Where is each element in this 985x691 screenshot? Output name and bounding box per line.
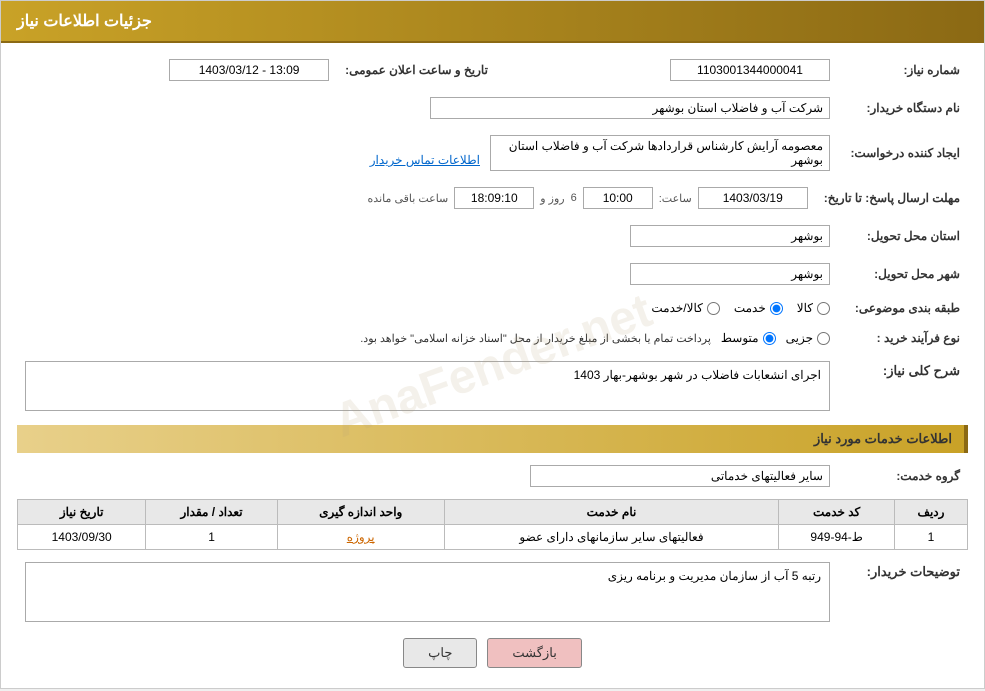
info-table-service-group: گروه خدمت: سایر فعالیتهای خدماتی [17, 461, 968, 491]
buyer-notes-value: رتبه 5 آب از سازمان مدیریت و برنامه ریزی [25, 562, 830, 622]
col-date: تاریخ نیاز [18, 500, 146, 525]
info-table-description: شرح کلی نیاز: اجرای انشعابات فاضلاب در ش… [17, 357, 968, 415]
cell-code-1: ط-94-949 [779, 525, 895, 550]
deadline-row: 1403/03/19 ساعت: 10:00 6 روز و 18:09:10 … [25, 187, 808, 209]
response-time-value: 10:00 [583, 187, 653, 209]
response-remaining-value: 18:09:10 [454, 187, 534, 209]
response-days-value: 6 [571, 192, 577, 204]
creator-contact-link[interactable]: اطلاعات تماس خریدار [370, 153, 480, 167]
radio-motevaset-input[interactable] [763, 332, 776, 345]
buyer-org-value: شرکت آب و فاضلاب استان بوشهر [430, 97, 830, 119]
cell-quantity-1: 1 [146, 525, 278, 550]
radio-jozi-input[interactable] [817, 332, 830, 345]
info-table-province: استان محل تحویل: بوشهر [17, 221, 968, 251]
info-table-category: طبقه بندی موضوعی: کالا خدمت [17, 297, 968, 319]
radio-kala: کالا [797, 301, 830, 315]
radio-khedmat: خدمت [734, 301, 783, 315]
info-table-top: شماره نیاز: 1103001344000041 تاریخ و ساع… [17, 55, 968, 85]
need-number-value: 1103001344000041 [670, 59, 830, 81]
buttons-row: بازگشت چاپ [17, 638, 968, 668]
radio-jozi-label: جزیی [786, 331, 813, 345]
city-label: شهر محل تحویل: [838, 259, 968, 289]
response-day-label: روز و [540, 192, 564, 205]
city-value: بوشهر [630, 263, 830, 285]
process-label: نوع فرآیند خرید : [838, 327, 968, 349]
content-area: AnaFender.net شماره نیاز: 11030013440000… [1, 43, 984, 688]
need-description-label: شرح کلی نیاز: [838, 357, 968, 415]
table-row: 1 ط-94-949 فعالیتهای سایر سازمانهای دارا… [18, 525, 968, 550]
col-quantity: تعداد / مقدار [146, 500, 278, 525]
radio-kala-khedmat-input[interactable] [707, 302, 720, 315]
radio-motevaset-label: متوسط [721, 331, 759, 345]
cell-unit-1[interactable]: پروژه [277, 525, 444, 550]
response-remaining-label: ساعت باقی مانده [368, 192, 449, 205]
page-header: جزئیات اطلاعات نیاز [1, 1, 984, 43]
info-table-org: نام دستگاه خریدار: شرکت آب و فاضلاب استا… [17, 93, 968, 123]
cell-row-1: 1 [894, 525, 967, 550]
category-radio-group: کالا خدمت کالا/خدمت [25, 301, 830, 315]
page-title: جزئیات اطلاعات نیاز [17, 13, 152, 30]
col-row: ردیف [894, 500, 967, 525]
need-number-label: شماره نیاز: [838, 55, 968, 85]
creator-value: معصومه آرایش کارشناس قراردادها شرکت آب و… [490, 135, 830, 171]
col-unit: واحد اندازه گیری [277, 500, 444, 525]
response-deadline-label: مهلت ارسال پاسخ: تا تاریخ: [816, 183, 968, 213]
announcement-date-value: 1403/03/12 - 13:09 [169, 59, 329, 81]
cell-date-1: 1403/09/30 [18, 525, 146, 550]
buyer-org-label: نام دستگاه خریدار: [838, 93, 968, 123]
back-button[interactable]: بازگشت [487, 638, 581, 668]
radio-motevaset: متوسط [721, 331, 776, 345]
info-table-creator: ایجاد کننده درخواست: معصومه آرایش کارشنا… [17, 131, 968, 175]
response-date-value: 1403/03/19 [698, 187, 808, 209]
radio-khedmat-input[interactable] [770, 302, 783, 315]
creator-label: ایجاد کننده درخواست: [838, 131, 968, 175]
radio-khedmat-label: خدمت [734, 301, 766, 315]
province-label: استان محل تحویل: [838, 221, 968, 251]
print-button[interactable]: چاپ [403, 638, 477, 668]
col-name: نام خدمت [444, 500, 779, 525]
radio-kala-input[interactable] [817, 302, 830, 315]
category-label: طبقه بندی موضوعی: [838, 297, 968, 319]
process-note: پرداخت تمام یا بخشی از مبلغ خریدار از مح… [360, 332, 711, 345]
services-section-title: اطلاعات خدمات مورد نیاز [17, 425, 968, 453]
services-table: ردیف کد خدمت نام خدمت واحد اندازه گیری ت… [17, 499, 968, 550]
service-group-label: گروه خدمت: [838, 461, 968, 491]
page-wrapper: جزئیات اطلاعات نیاز AnaFender.net شماره … [0, 0, 985, 689]
info-table-process: نوع فرآیند خرید : جزیی متوسط پرداخت تمام… [17, 327, 968, 349]
response-time-label: ساعت: [659, 192, 692, 205]
radio-kala-khedmat-label: کالا/خدمت [651, 301, 702, 315]
radio-kala-label: کالا [797, 301, 813, 315]
info-table-deadline: مهلت ارسال پاسخ: تا تاریخ: 1403/03/19 سا… [17, 183, 968, 213]
cell-name-1: فعالیتهای سایر سازمانهای دارای عضو [444, 525, 779, 550]
province-value: بوشهر [630, 225, 830, 247]
buyer-notes-label: توضیحات خریدار: [838, 558, 968, 626]
col-code: کد خدمت [779, 500, 895, 525]
radio-jozi: جزیی [786, 331, 830, 345]
radio-kala-khedmat: کالا/خدمت [651, 301, 719, 315]
need-description-value: اجرای انشعابات فاضلاب در شهر بوشهر-بهار … [25, 361, 830, 411]
info-table-buyer-notes: توضیحات خریدار: رتبه 5 آب از سازمان مدیر… [17, 558, 968, 626]
info-table-city: شهر محل تحویل: بوشهر [17, 259, 968, 289]
service-group-value: سایر فعالیتهای خدماتی [530, 465, 830, 487]
announcement-date-label: تاریخ و ساعت اعلان عمومی: [337, 55, 518, 85]
process-row: جزیی متوسط پرداخت تمام یا بخشی از مبلغ خ… [25, 331, 830, 345]
